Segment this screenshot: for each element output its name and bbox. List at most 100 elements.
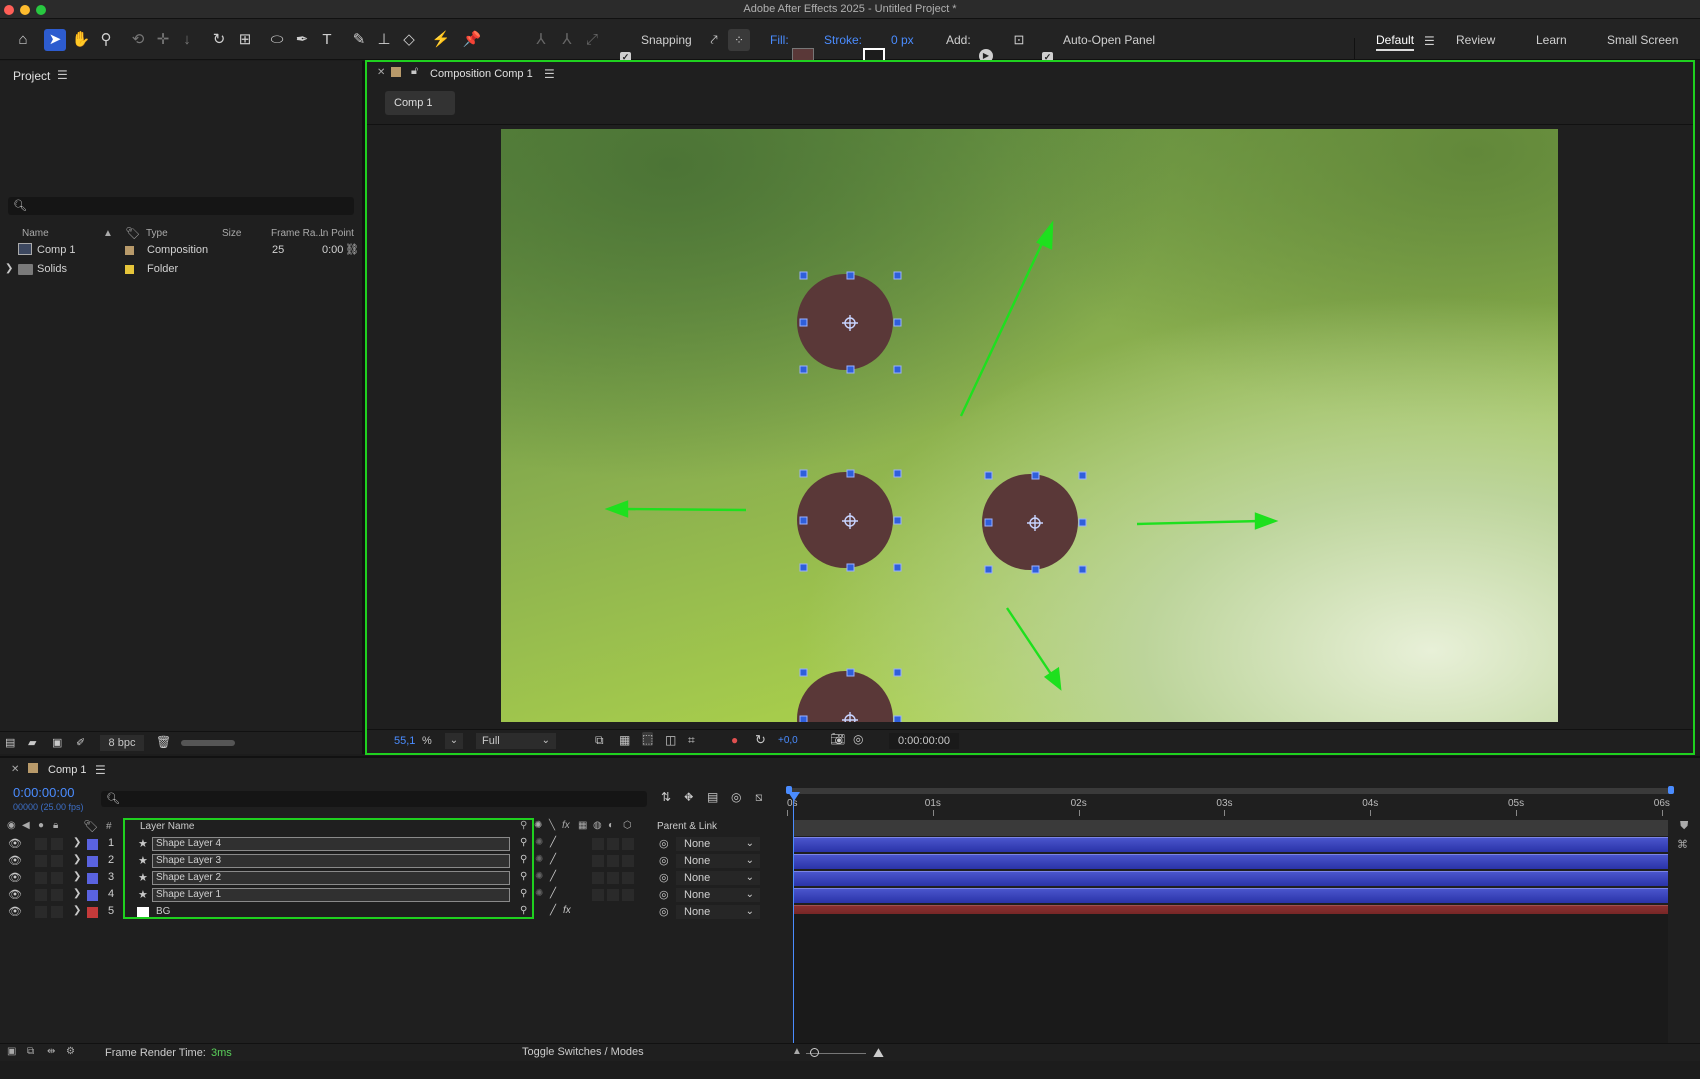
snapshot-icon[interactable]: 📷︎ [830, 732, 845, 746]
new-composition-icon[interactable]: ▣ [52, 736, 62, 749]
layer-duration-bar[interactable] [793, 837, 1668, 852]
adjustment-toggle[interactable] [607, 872, 619, 884]
expand-arrow-icon[interactable]: ❯ [5, 263, 13, 274]
3d-toggle[interactable] [622, 855, 634, 867]
eye-icon[interactable]: 👁︎ [8, 888, 22, 901]
graph-editor-icon[interactable]: ⧅ [755, 790, 763, 805]
audio-toggle[interactable] [35, 838, 47, 850]
comp-button-icon[interactable]: ⌘ [1677, 838, 1688, 851]
expand-arrow-icon[interactable]: ❯ [73, 871, 81, 882]
playhead-head[interactable] [788, 792, 800, 801]
comp-end-marker-icon[interactable]: ⛊ [1680, 820, 1692, 834]
eraser-tool-icon[interactable]: ◇ [398, 29, 420, 51]
pick-whip-icon[interactable]: ◎ [659, 905, 669, 918]
layer-duration-bar[interactable] [793, 871, 1668, 886]
trash-icon[interactable]: 🗑︎ [156, 735, 171, 749]
3d-toggle[interactable] [622, 872, 634, 884]
quality-icon[interactable]: ╱ [550, 837, 556, 848]
audio-toggle[interactable] [35, 906, 47, 918]
col-type[interactable]: Type [146, 228, 168, 239]
pick-whip-icon[interactable]: ◎ [659, 854, 669, 867]
current-time-display[interactable]: 0:00:00:00 [889, 733, 959, 749]
eye-icon[interactable]: 👁︎ [8, 905, 22, 918]
resolution-select[interactable]: Full ⌄ [476, 733, 556, 749]
work-area-bar[interactable] [787, 788, 1673, 794]
pick-whip-icon[interactable]: ◎ [659, 888, 669, 901]
render-time-toggle-icon[interactable]: ⚙ [66, 1046, 75, 1057]
timeline-tab-title[interactable]: Comp 1 [48, 764, 87, 776]
lock-toggle[interactable] [51, 838, 63, 850]
zoom-tool-icon[interactable]: ⚲ [95, 29, 117, 51]
lock-icon[interactable]: 🔓︎ [411, 65, 418, 78]
label-swatch[interactable] [125, 246, 134, 255]
label-swatch[interactable] [87, 873, 98, 884]
motion-blur-switch-icon[interactable]: ◍ [593, 820, 602, 831]
panel-menu-icon[interactable]: ☰ [57, 68, 68, 82]
rotation-tool-icon[interactable]: ↻ [208, 29, 230, 51]
frame-blend-switch-icon[interactable]: ▦ [578, 820, 587, 831]
comp-mini-flowchart-icon[interactable]: ⇅ [661, 790, 671, 804]
composition-tab-title[interactable]: Composition Comp 1 [430, 68, 533, 80]
col-parent-link[interactable]: Parent & Link [657, 821, 717, 832]
zoom-in-icon[interactable]: ⛰ [873, 1045, 884, 1061]
home-icon[interactable]: ⌂ [12, 29, 34, 51]
3d-toggle[interactable] [622, 838, 634, 850]
chevron-down-icon[interactable]: ⌄ [445, 733, 463, 749]
snap-features-icon[interactable]: ⁘ [728, 29, 750, 51]
zoom-slider-handle[interactable] [810, 1048, 819, 1057]
project-settings-icon[interactable]: ✐ [76, 736, 85, 749]
eye-icon[interactable]: 👁︎ [8, 854, 22, 867]
region-of-interest-icon[interactable]: ◫ [665, 733, 676, 747]
orbit-camera-icon[interactable]: ⟲ [127, 29, 149, 51]
layer-duration-bar[interactable] [793, 854, 1668, 869]
sort-arrow-icon[interactable]: ▲ [103, 228, 113, 239]
label-swatch[interactable] [125, 265, 134, 274]
lock-switch-icon[interactable]: 🔒︎ [53, 820, 58, 831]
workspace-review[interactable]: Review [1456, 33, 1495, 47]
collapse-icon[interactable]: ✺ [535, 837, 543, 848]
bit-depth-button[interactable]: 8 bpc [100, 735, 144, 751]
project-search-input[interactable]: 🔍︎ [8, 197, 354, 215]
collapse-icon[interactable]: ✺ [535, 854, 543, 865]
adjustment-toggle[interactable] [607, 889, 619, 901]
lock-toggle[interactable] [51, 855, 63, 867]
col-frame-rate[interactable]: Frame Ra... [271, 228, 324, 239]
guide-options-icon[interactable]: ⌗ [688, 733, 695, 748]
project-item-comp1[interactable]: Comp 1 Composition 25 0:00 ⛓ [0, 243, 362, 261]
layer-duration-bar[interactable] [793, 888, 1668, 903]
adjustment-toggle[interactable] [607, 838, 619, 850]
panel-menu-icon[interactable]: ☰ [544, 67, 555, 81]
zoom-value[interactable]: 55,1 [394, 735, 415, 747]
solo-switch-icon[interactable]: ● [38, 820, 44, 831]
zoom-out-icon[interactable]: ▲ [792, 1046, 802, 1057]
current-time[interactable]: 0:00:00:00 [13, 785, 74, 800]
adjustment-switch-icon[interactable]: ◐ [608, 820, 614, 831]
workspace-small-screen[interactable]: Small Screen [1607, 33, 1678, 47]
axis-view-icon[interactable]: ⤢ [581, 29, 603, 51]
parent-select[interactable]: None ⌄ [676, 905, 760, 919]
transfer-controls-toggle-icon[interactable]: ⧉ [27, 1046, 34, 1057]
expand-arrow-icon[interactable]: ❯ [73, 837, 81, 848]
col-size[interactable]: Size [222, 228, 241, 239]
expand-arrow-icon[interactable]: ❯ [73, 888, 81, 899]
motion-blur-toggle[interactable] [592, 855, 604, 867]
frame-blending-icon[interactable]: ◎ [731, 790, 741, 804]
ellipse-tool-icon[interactable]: ⬭ [266, 29, 288, 51]
quality-icon[interactable]: ╱ [550, 905, 556, 916]
col-in-point[interactable]: In Point [320, 228, 354, 239]
eye-icon[interactable]: 👁︎ [8, 837, 22, 850]
fast-previews-icon[interactable]: ⧉ [595, 733, 604, 748]
audio-switch-icon[interactable]: ◀ [22, 820, 30, 831]
label-swatch[interactable] [87, 907, 98, 918]
audio-toggle[interactable] [35, 855, 47, 867]
playhead-line[interactable] [793, 798, 794, 1044]
lock-toggle[interactable] [51, 872, 63, 884]
eye-icon[interactable]: 👁︎ [8, 871, 22, 884]
reset-exposure-icon[interactable]: ↻ [755, 732, 766, 748]
audio-toggle[interactable] [35, 889, 47, 901]
close-tab-icon[interactable]: ✕ [377, 67, 385, 78]
thumbnail-slider[interactable] [181, 740, 235, 746]
in-out-toggle-icon[interactable]: ⇹ [47, 1046, 55, 1057]
roto-brush-tool-icon[interactable]: ⚡ [430, 29, 452, 51]
label-tag-icon[interactable]: 🏷︎ [125, 226, 140, 240]
